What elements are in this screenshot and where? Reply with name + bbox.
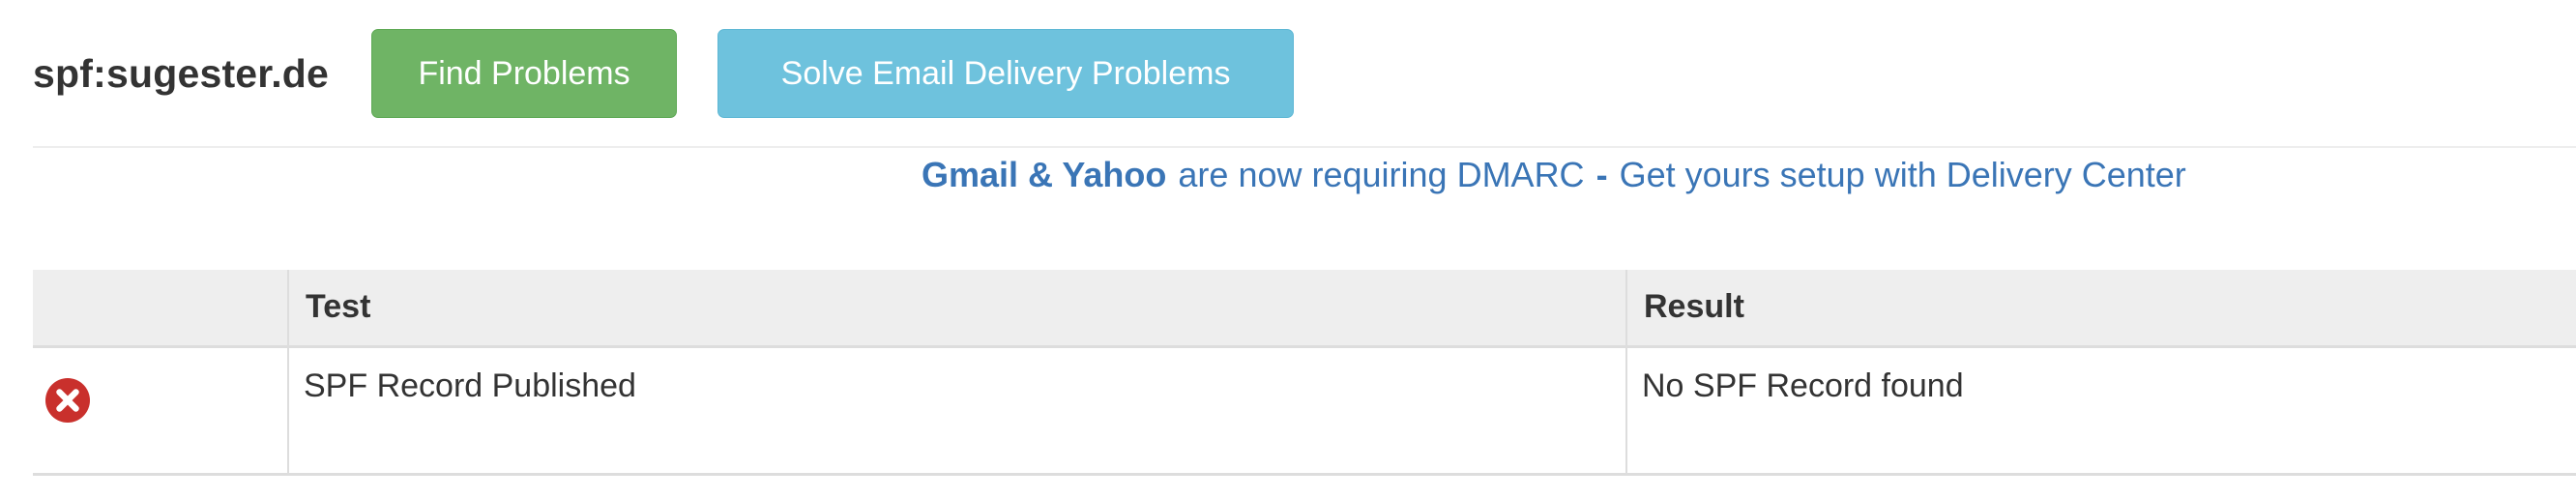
table-header-row: Test Result	[33, 270, 2576, 348]
test-result-cell: No SPF Record found	[1625, 346, 2576, 476]
banner-separator: -	[1595, 155, 1608, 194]
page-title: spf:sugester.de	[33, 50, 330, 96]
error-circle-x-icon	[44, 377, 91, 424]
page-header: spf:sugester.de Find Problems Solve Emai…	[33, 29, 1295, 118]
results-table: Test Result SPF Record Published No SPF …	[33, 270, 2576, 476]
banner-dmarc-link[interactable]: are now requiring DMARC	[1178, 155, 1584, 195]
column-header-result: Result	[1625, 270, 2576, 348]
column-header-status	[33, 270, 288, 348]
solve-email-delivery-button[interactable]: Solve Email Delivery Problems	[717, 29, 1295, 118]
find-problems-button[interactable]: Find Problems	[371, 29, 678, 118]
header-divider	[33, 146, 2576, 148]
banner-delivery-center-link[interactable]: Get yours setup with Delivery Center	[1620, 155, 2186, 195]
test-name-cell: SPF Record Published	[287, 346, 1626, 476]
column-header-test: Test	[287, 270, 1626, 348]
table-row: SPF Record Published No SPF Record found	[33, 346, 2576, 476]
status-cell	[33, 346, 288, 476]
dmarc-banner: Gmail & Yahoo are now requiring DMARC - …	[922, 151, 2186, 199]
banner-brands-link[interactable]: Gmail & Yahoo	[922, 155, 1166, 195]
